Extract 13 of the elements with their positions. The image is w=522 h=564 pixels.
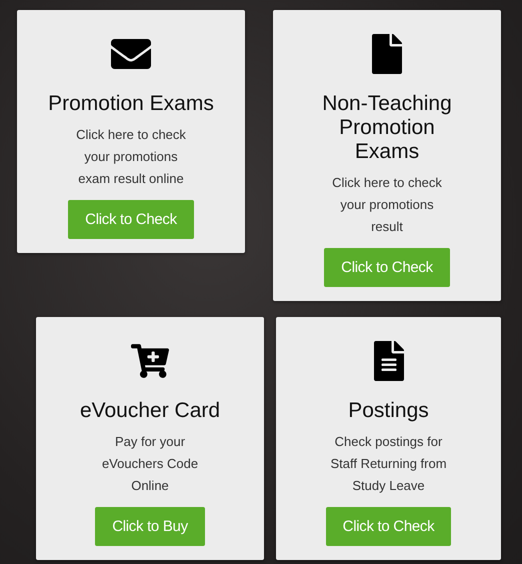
card-title: Postings: [348, 399, 429, 423]
card-description: Click here to check your promotions result: [332, 174, 442, 236]
card-title: Promotion Exams: [48, 92, 214, 116]
action-button[interactable]: Click to Buy: [95, 507, 205, 546]
card-title: Non-Teaching Promotion Exams: [321, 92, 453, 164]
action-button[interactable]: Click to Check: [68, 200, 194, 239]
card-description: Check postings for Staff Returning from Study Leave: [330, 433, 447, 495]
card-description: Pay for your eVouchers Code Online: [102, 433, 198, 495]
card-description: Click here to check your promotions exam result online: [76, 126, 186, 188]
action-button[interactable]: Click to Check: [326, 507, 452, 546]
card-title: eVoucher Card: [80, 399, 220, 423]
cart-icon: [131, 342, 169, 380]
action-button[interactable]: Click to Check: [324, 248, 450, 287]
